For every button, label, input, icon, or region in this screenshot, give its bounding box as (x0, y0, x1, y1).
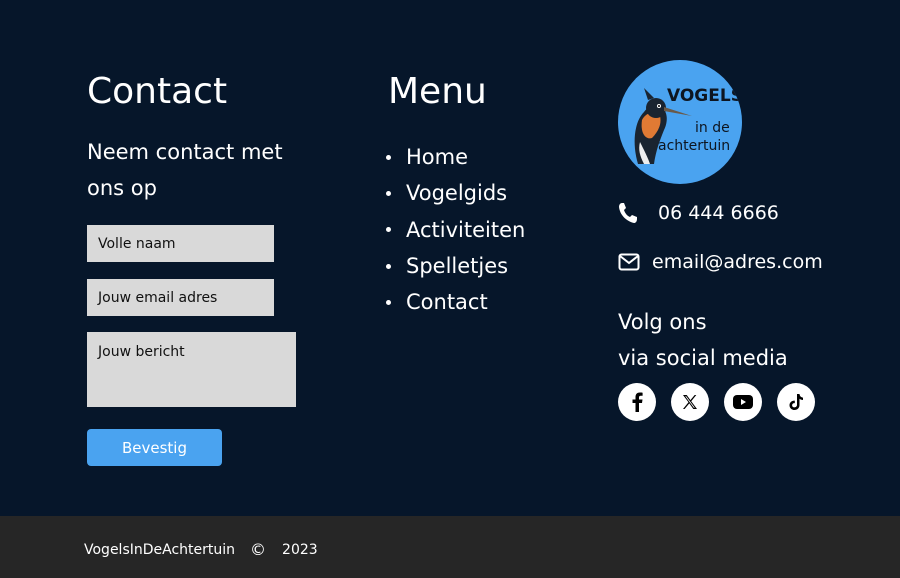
menu-item-label[interactable]: Spelletjes (406, 254, 508, 278)
message-field[interactable]: Jouw bericht (87, 332, 296, 407)
envelope-icon (618, 253, 640, 271)
x-button[interactable] (671, 383, 709, 421)
submit-button[interactable]: Bevestig (87, 429, 222, 466)
menu-title: Menu (388, 71, 487, 112)
menu-item-vogelgids[interactable]: Vogelgids (386, 175, 525, 211)
menu-item-label[interactable]: Contact (406, 290, 488, 314)
tiktok-button[interactable] (777, 383, 815, 421)
bullet-icon (386, 263, 391, 269)
facebook-button[interactable] (618, 383, 656, 421)
logo-text-vogels: VOGELS (667, 86, 742, 106)
bullet-icon (386, 299, 391, 305)
phone-number[interactable]: 06 444 6666 (658, 202, 779, 224)
menu-item-activiteiten[interactable]: Activiteiten (386, 212, 525, 248)
phone-row[interactable]: 06 444 6666 (618, 202, 779, 224)
youtube-icon (733, 395, 753, 409)
email-row[interactable]: email@adres.com (618, 251, 823, 273)
email-address[interactable]: email@adres.com (652, 251, 823, 273)
menu-list: Home Vogelgids Activiteiten Spelletjes C… (386, 139, 525, 320)
footer-copyright: VogelsInDeAchtertuin © 2023 (84, 540, 318, 559)
bullet-icon (386, 154, 391, 160)
footer-main-section: Contact Neem contact met ons op Volle na… (0, 0, 900, 516)
menu-item-contact[interactable]: Contact (386, 284, 525, 320)
follow-line-1: Volg ons (618, 310, 707, 334)
tiktok-icon (789, 394, 803, 410)
footer-brand: VogelsInDeAchtertuin (84, 541, 236, 558)
social-links (618, 383, 815, 421)
contact-subtitle: Neem contact met ons op (87, 140, 283, 200)
menu-item-label[interactable]: Home (406, 145, 468, 169)
menu-item-label[interactable]: Activiteiten (406, 218, 525, 242)
name-field[interactable]: Volle naam (87, 225, 274, 262)
menu-item-spelletjes[interactable]: Spelletjes (386, 248, 525, 284)
bullet-icon (386, 190, 391, 196)
copyright-icon: © (250, 540, 267, 559)
menu-item-label[interactable]: Vogelgids (406, 181, 507, 205)
logo-text-achtertuin: achtertuin (658, 138, 731, 154)
x-icon (683, 395, 697, 409)
contact-title: Contact (87, 71, 228, 112)
follow-text: Volg ons via social media (618, 304, 788, 376)
email-field[interactable]: Jouw email adres (87, 279, 274, 316)
logo-text-in-de: in de (695, 120, 730, 136)
phone-icon (619, 203, 637, 223)
follow-line-2: via social media (618, 346, 788, 370)
bullet-icon (386, 227, 391, 233)
youtube-button[interactable] (724, 383, 762, 421)
site-logo[interactable]: VOGELS in de achtertuin (618, 60, 742, 184)
facebook-icon (632, 392, 643, 412)
footer-year: 2023 (282, 541, 318, 558)
menu-item-home[interactable]: Home (386, 139, 525, 175)
